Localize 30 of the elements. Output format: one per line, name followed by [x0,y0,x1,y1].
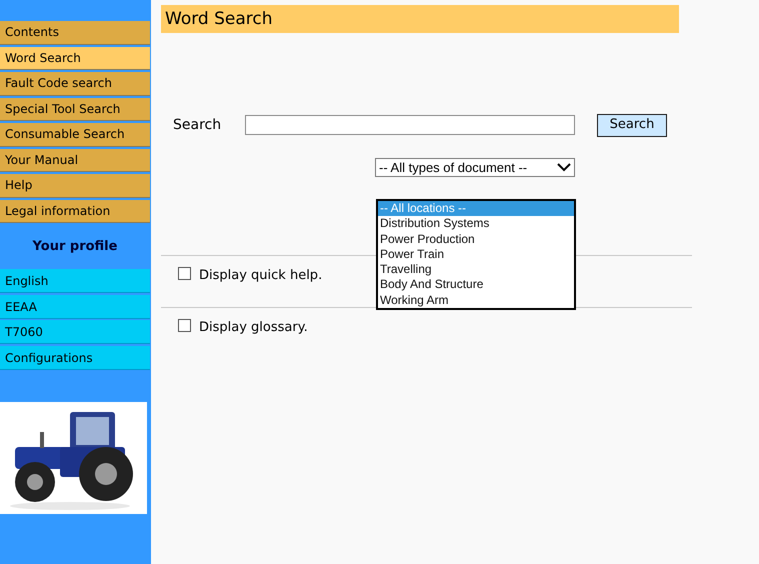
menu-item[interactable]: Help [0,174,150,198]
profile-item[interactable]: EEAA [0,294,150,318]
search-field[interactable] [245,115,575,135]
checkbox[interactable] [178,267,191,280]
menu-item[interactable]: Special Tool Search [0,98,150,121]
menu-item[interactable]: Your Manual [0,148,150,172]
checkbox[interactable] [178,319,191,332]
profile-heading: Your profile [32,238,118,256]
location-option[interactable]: Working Arm [378,292,574,308]
document-type-dropdown[interactable]: -- All types of document -- [375,158,575,177]
page-title: Word Search [161,5,679,33]
location-option[interactable]: Body And Structure [378,277,574,293]
menu-item[interactable]: Fault Code search [0,72,150,96]
profile-item[interactable]: T7060 [0,320,150,344]
profile-item[interactable]: Configurations [0,346,150,370]
option-label: Display glossary. [199,319,308,337]
option-label: Display quick help. [199,267,322,285]
menu-item[interactable]: Consumable Search [0,123,150,146]
location-option[interactable]: Travelling [378,262,574,278]
profile-item[interactable]: English [0,269,150,293]
menu-item[interactable]: Word Search [0,46,150,70]
locations-listbox[interactable]: -- All locations -- Distribution Systems Power Production Power Train Travelling Body And Structure Working Arm [376,199,576,310]
location-option[interactable]: Power Production [378,232,574,247]
location-option[interactable]: Distribution Systems [378,216,574,232]
search-label: Search [173,116,222,134]
chevron-down-icon [557,163,571,172]
location-option[interactable]: Power Train [378,246,574,262]
menu-item[interactable]: Contents [0,21,150,44]
menu-item[interactable]: Legal information [0,200,150,223]
search-button[interactable]: Search [597,114,667,136]
